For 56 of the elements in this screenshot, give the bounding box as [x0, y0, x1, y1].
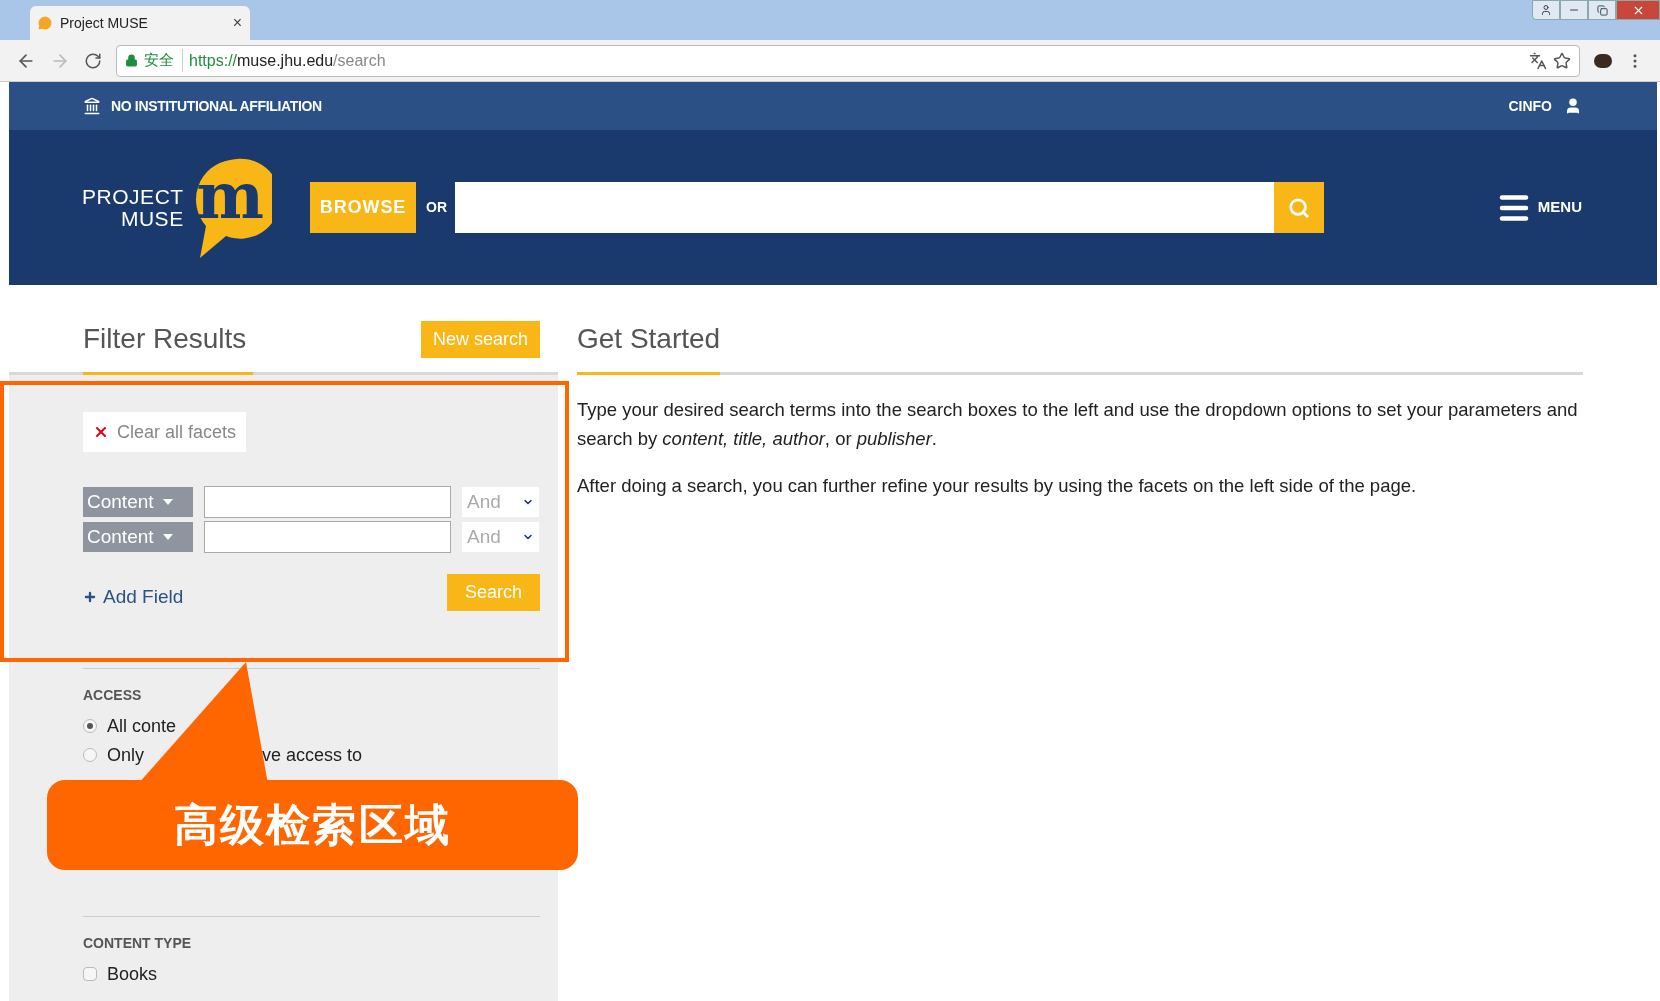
caret-icon — [161, 498, 174, 506]
site-icon — [38, 16, 52, 30]
reload-icon[interactable] — [84, 51, 102, 70]
instruction-paragraph: After doing a search, you can further refine your results by using the facets on the left side of the page. — [577, 474, 1418, 498]
restore-icon — [1596, 4, 1608, 16]
close-tab-button[interactable]: × — [232, 11, 242, 35]
radio-button[interactable] — [83, 748, 97, 762]
profile-button[interactable] — [1532, 0, 1560, 20]
institution-icon — [83, 97, 101, 115]
caret-icon — [161, 533, 174, 541]
search-button[interactable] — [1274, 182, 1324, 233]
search-term-field[interactable] — [204, 521, 451, 553]
browse-button[interactable]: BROWSE — [310, 182, 416, 233]
facet-heading: CONTENT TYPE — [83, 933, 193, 953]
option-label: Only — [107, 743, 144, 767]
clear-facets-button[interactable]: Clear all facets — [83, 412, 247, 452]
browser-tab[interactable]: Project MUSE × — [30, 6, 250, 40]
translate-icon[interactable] — [1529, 51, 1547, 70]
secure-label: 安全 — [144, 49, 183, 72]
radio-button[interactable] — [83, 719, 97, 733]
add-field-link[interactable]: Add Field — [83, 583, 184, 612]
search-term-field[interactable] — [204, 486, 451, 518]
minimize-button[interactable] — [1560, 0, 1588, 20]
close-window-button[interactable] — [1616, 0, 1660, 20]
extension-icon[interactable] — [1594, 53, 1612, 68]
operator-dropdown[interactable]: And — [462, 522, 539, 552]
new-search-button[interactable]: New search — [420, 321, 540, 358]
close-icon — [93, 424, 109, 440]
url-text: https://muse.jhu.edu/search — [189, 50, 386, 71]
logo-text: PROJECT — [82, 185, 184, 208]
lock-icon — [125, 54, 138, 67]
plus-icon — [83, 590, 97, 605]
bookmark-star-icon[interactable] — [1553, 51, 1571, 70]
field-dropdown[interactable]: Content — [83, 522, 193, 552]
person-icon — [1540, 4, 1552, 16]
tab-title: Project MUSE — [60, 13, 149, 33]
logo-text: MUSE — [120, 207, 184, 230]
option-label: Books — [107, 962, 158, 986]
user-icon[interactable] — [1564, 97, 1582, 115]
get-started-title: Get Started — [577, 318, 721, 375]
instruction-paragraph: Type your desired search terms into the search boxes to the left and use the dropdown options to set your parameters and search by content, title, author, or publisher. — [577, 398, 1579, 451]
field-dropdown[interactable]: Content — [83, 487, 193, 517]
restore-button[interactable] — [1588, 0, 1616, 20]
checkbox[interactable] — [83, 967, 97, 981]
search-icon — [1288, 196, 1310, 219]
address-bar[interactable]: 安全 https://muse.jhu.edu/search — [116, 44, 1580, 77]
option-label: ve access to — [262, 743, 363, 767]
user-name[interactable]: CINFO — [1508, 95, 1552, 117]
menu-button[interactable]: MENU — [1495, 189, 1582, 226]
affiliation-text: NO INSTITUTIONAL AFFILIATION — [111, 96, 322, 116]
operator-dropdown[interactable]: And — [462, 487, 539, 517]
search-field[interactable] — [455, 182, 1274, 233]
facet-heading: ACCESS — [83, 685, 143, 705]
option-label: All conte — [107, 714, 177, 738]
search-button[interactable]: Search — [447, 573, 540, 611]
or-text: OR — [426, 198, 447, 217]
